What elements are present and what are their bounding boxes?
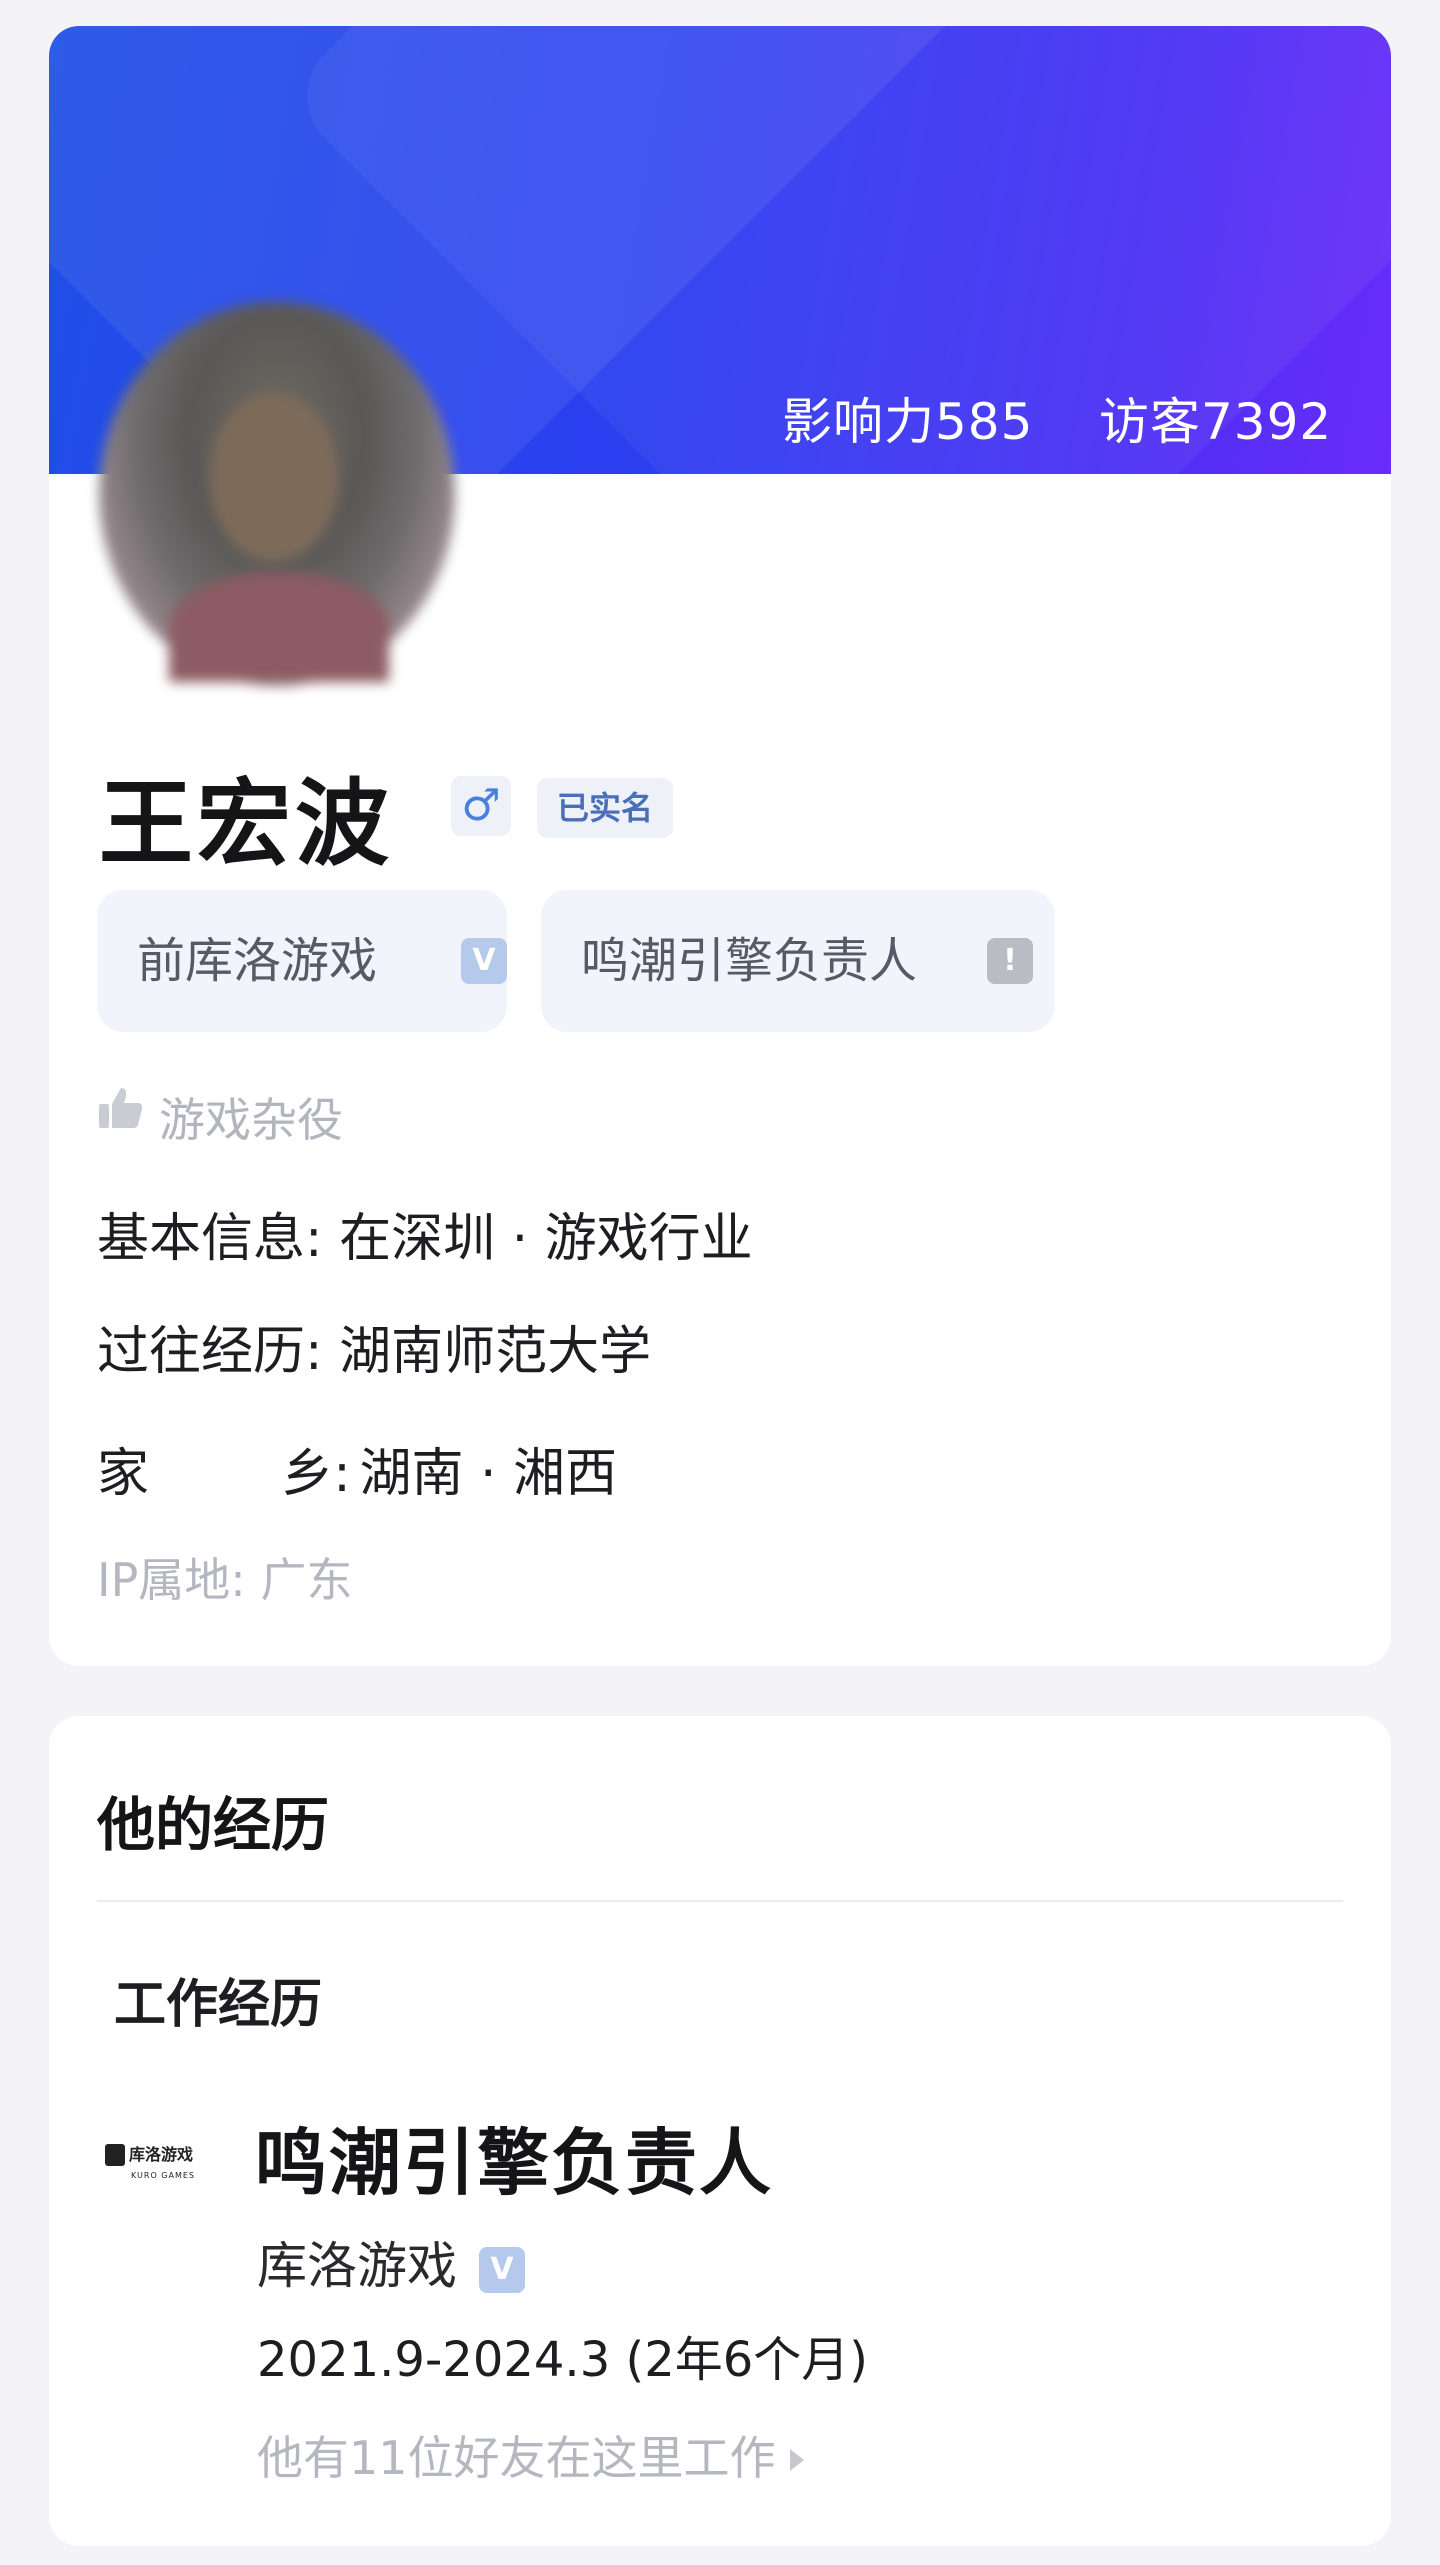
profile-name: 王宏波 — [99, 770, 394, 879]
visitors-label: 访客 — [1099, 393, 1201, 451]
section-divider — [97, 1900, 1343, 1902]
verified-v-icon: V — [461, 938, 507, 984]
work-experience-title: 工作经历 — [114, 1975, 323, 2035]
avatar-face — [209, 392, 339, 562]
verified-identity-badge: 已实名 — [537, 778, 673, 838]
basic-info-value: 在深圳 · 游戏行业 — [339, 1209, 753, 1269]
ip-location-row: IP属地: 广东 — [97, 1544, 352, 1610]
verified-v-icon: V — [479, 2247, 525, 2293]
tag-former-company[interactable]: 前库洛游戏 V — [97, 890, 507, 1032]
company-logo-mark — [105, 2144, 125, 2166]
experience-section-title: 他的经历 — [97, 1791, 330, 1859]
tag-label: 前库洛游戏 — [137, 933, 378, 989]
past-experience-value: 湖南师范大学 — [339, 1322, 652, 1382]
tag-label: 鸣潮引擎负责人 — [581, 933, 918, 989]
company-logo-en: KURO GAMES — [131, 2171, 195, 2180]
visitors-stat[interactable]: 访客7392 — [1099, 382, 1332, 454]
job-company[interactable]: 库洛游戏 V — [257, 2226, 525, 2298]
profile-motto: 游戏杂役 — [159, 1093, 343, 1147]
past-experience-row: 过往经历: 湖南师范大学 — [97, 1309, 651, 1384]
job-company-name: 库洛游戏 — [257, 2237, 457, 2295]
job-dates: 2021.9-2024.3 (2年6个月) — [257, 2332, 869, 2388]
visitors-value: 7392 — [1201, 393, 1333, 451]
avatar[interactable] — [99, 302, 455, 686]
past-experience-label: 过往经历: — [97, 1322, 323, 1382]
experience-card: 他的经历 工作经历 库洛游戏 KURO GAMES 鸣潮引擎负责人 库洛游戏 V … — [49, 1716, 1391, 2546]
company-logo-text: 库洛游戏 — [129, 2145, 194, 2164]
thumbs-up-icon — [99, 1088, 143, 1128]
hometown-row: 家 乡: 湖南 · 湘西 — [97, 1431, 617, 1506]
avatar-body — [169, 572, 389, 682]
play-arrow-icon — [789, 2449, 804, 2471]
unverified-warning-icon: ! — [987, 938, 1033, 984]
tag-job-role[interactable]: 鸣潮引擎负责人 ! — [541, 890, 1055, 1032]
ip-location-value: 广东 — [260, 1553, 353, 1607]
hometown-value: 湖南 · 湘西 — [359, 1444, 618, 1504]
basic-info-row: 基本信息: 在深圳 · 游戏行业 — [97, 1196, 753, 1271]
influence-stat[interactable]: 影响力585 — [782, 382, 1033, 454]
influence-value: 585 — [935, 393, 1034, 451]
company-logo[interactable]: 库洛游戏 KURO GAMES — [105, 2144, 215, 2202]
job-title[interactable]: 鸣潮引擎负责人 — [255, 2104, 773, 2209]
friends-text: 他有11位好友在这里工作 — [257, 2431, 776, 2485]
male-gender-icon: ♂ — [451, 776, 511, 836]
friends-at-company-link[interactable]: 他有11位好友在这里工作 — [257, 2422, 804, 2488]
hometown-label: 家 乡: — [97, 1444, 351, 1504]
influence-label: 影响力 — [782, 393, 935, 451]
basic-info-label: 基本信息: — [97, 1209, 323, 1269]
profile-card: 影响力585 访客7392 王宏波 ♂ 已实名 前库洛游戏 V 鸣潮引擎负责人 … — [49, 26, 1391, 1666]
ip-location-label: IP属地: — [97, 1553, 246, 1607]
